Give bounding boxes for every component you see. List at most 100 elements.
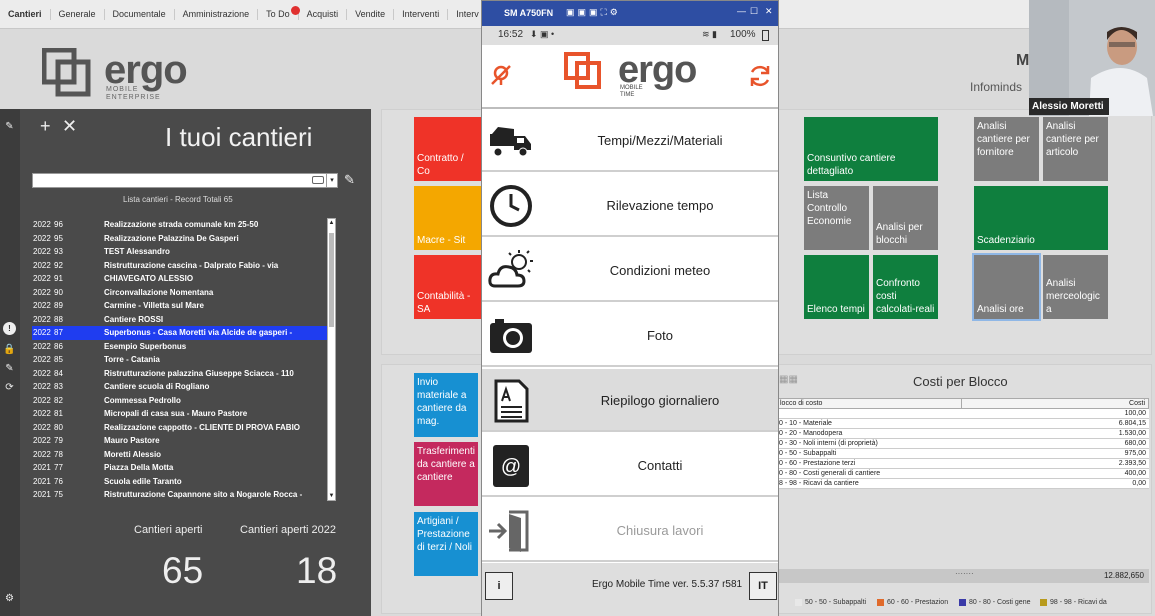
tile-macre-sit[interactable]: Macre - Sit bbox=[414, 186, 482, 250]
pencil-icon[interactable]: ✎ bbox=[3, 362, 16, 375]
sync-icon[interactable] bbox=[747, 63, 773, 89]
table-row[interactable]: 0 - 50 - Subappalti 975,00 bbox=[776, 449, 1149, 459]
nav-interventi[interactable]: Interventi bbox=[394, 9, 449, 20]
cantiere-year: 2021 bbox=[33, 476, 51, 486]
tile-consuntivo-cantiere-dettagliato[interactable]: Consuntivo cantiere dettagliato bbox=[804, 117, 938, 181]
costi-name: 0 - 30 - Noli interni (di proprietà) bbox=[779, 440, 878, 447]
list-item[interactable]: 2022 95 Realizzazione Palazzina De Gasperi bbox=[32, 232, 327, 246]
window-tools-icon[interactable]: ▣▣▣⛶⚙ bbox=[566, 7, 621, 18]
list-item[interactable]: 2021 76 Scuola edile Taranto bbox=[32, 475, 327, 489]
tile-confronto-costi-calcolati-reali[interactable]: Confronto costi calcolati-reali bbox=[873, 255, 938, 319]
tile-trasferimenti-da-cantiere-a-cantiere[interactable]: Trasferimenti da cantiere a cantiere bbox=[414, 442, 478, 506]
tile-scadenziario[interactable]: Scadenziario bbox=[974, 186, 1108, 250]
costi-name: 8 - 98 - Ricavi da cantiere bbox=[779, 480, 859, 487]
list-item[interactable]: 2022 96 Realizzazione strada comunale km 2… bbox=[32, 218, 327, 232]
tile-lista-controllo-economie[interactable]: Lista Controllo Economie bbox=[804, 186, 869, 250]
list-item[interactable]: 2022 93 TEST Alessandro bbox=[32, 245, 327, 259]
menu-contatti[interactable]: @ Contatti bbox=[482, 434, 778, 497]
cantiere-year: 2022 bbox=[33, 409, 51, 418]
table-row[interactable]: 0 - 60 - Prestazione terzi 2.393,50 bbox=[776, 459, 1149, 469]
list-item[interactable]: 2022 89 Carmine - Villetta sul Mare bbox=[32, 299, 327, 313]
tile-artigiani-prestazione-di-terzi-noli[interactable]: Artigiani / Prestazione di terzi / Noli bbox=[414, 512, 478, 576]
add-icon[interactable]: + bbox=[40, 116, 51, 137]
list-item[interactable]: 2022 85 Torre - Catania bbox=[32, 353, 327, 367]
tile-invio-materiale-a-cantiere-da-mag[interactable]: Invio materiale a cantiere da mag. bbox=[414, 373, 478, 437]
list-scrollbar[interactable]: ▲ ▼ bbox=[327, 218, 336, 501]
phone-app-header: ergo MOBILE TIME bbox=[482, 45, 778, 109]
tile-label: Scadenziario bbox=[977, 235, 1035, 246]
tile-contratto-co[interactable]: Contratto / Co bbox=[414, 117, 482, 181]
info-circle-icon[interactable]: ! bbox=[3, 322, 16, 335]
search-input[interactable]: ▾ bbox=[32, 173, 338, 188]
list-item[interactable]: 2022 83 Cantiere scuola di Rogliano bbox=[32, 380, 327, 394]
tile-analisi-cantiere-per-fornitore[interactable]: Analisi cantiere per fornitore bbox=[974, 117, 1039, 181]
list-item[interactable]: 2022 79 Mauro Pastore bbox=[32, 434, 327, 448]
chevron-down-icon[interactable]: ▾ bbox=[326, 174, 337, 187]
list-item[interactable]: 2022 86 Esempio Superbonus bbox=[32, 340, 327, 354]
cantiere-year: 2021 bbox=[33, 463, 51, 472]
list-item[interactable]: 2022 81 Micropali di casa sua - Mauro Past… bbox=[32, 407, 327, 421]
list-item[interactable]: 2022 87 Superbonus - Casa Moretti via Alci… bbox=[32, 326, 327, 340]
legend-swatch bbox=[795, 599, 802, 606]
tile-elenco-tempi[interactable]: Elenco tempi bbox=[804, 255, 869, 319]
language-button[interactable]: IT bbox=[749, 572, 777, 600]
cantiere-year: 2022 bbox=[33, 301, 51, 310]
list-item[interactable]: 2022 84 Ristrutturazione palazzina Giusepp… bbox=[32, 367, 327, 381]
no-gps-icon[interactable] bbox=[489, 63, 513, 87]
scroll-thumb[interactable] bbox=[329, 233, 334, 327]
settings-icon[interactable]: ⚙ bbox=[3, 592, 16, 605]
menu-condizioni-meteo[interactable]: Condizioni meteo bbox=[482, 239, 778, 302]
table-row[interactable]: 0 - 30 - Noli interni (di proprietà) 680,… bbox=[776, 439, 1149, 449]
resize-handle-icon[interactable]: ······· bbox=[955, 569, 974, 578]
table-row[interactable]: 0 - 20 - Manodopera 1.530,00 bbox=[776, 429, 1149, 439]
export-icon[interactable]: ▦▦ bbox=[779, 374, 798, 385]
nav-amministrazione[interactable]: Amministrazione bbox=[175, 9, 259, 20]
tile-analisi-per-blocchi[interactable]: Analisi per blocchi bbox=[873, 186, 938, 250]
list-item[interactable]: 2021 75 Ristrutturazione Capannone sito a … bbox=[32, 488, 327, 502]
edit-icon[interactable]: ✎ bbox=[344, 172, 355, 188]
close-icon[interactable]: ✕ bbox=[765, 6, 773, 17]
maximize-icon[interactable]: ☐ bbox=[750, 6, 758, 17]
list-item[interactable]: 2022 80 Realizzazione cappotto - CLIENTE D… bbox=[32, 421, 327, 435]
menu-label: Condizioni meteo bbox=[609, 263, 711, 278]
nav-documentale[interactable]: Documentale bbox=[105, 9, 175, 20]
cantiere-year: 2022 bbox=[33, 395, 51, 405]
cantiere-num: 93 bbox=[54, 247, 63, 256]
list-item[interactable]: 2022 82 Commessa Pedrollo bbox=[32, 394, 327, 408]
list-item[interactable]: 2022 91 CHIAVEGATO ALESSIO bbox=[32, 272, 327, 286]
toggle-icon[interactable] bbox=[312, 176, 324, 184]
table-row[interactable]: 8 - 98 - Ricavi da cantiere 0,00 bbox=[776, 479, 1149, 489]
info-button[interactable]: i bbox=[485, 572, 513, 600]
nav-vendite[interactable]: Vendite bbox=[347, 9, 395, 20]
table-row[interactable]: 100,00 bbox=[776, 409, 1149, 419]
scroll-down-icon[interactable]: ▼ bbox=[328, 492, 335, 500]
list-item[interactable]: 2022 90 Circonvallazione Nomentana bbox=[32, 286, 327, 300]
costi-value: 1.530,00 bbox=[1118, 430, 1146, 437]
list-item[interactable]: 2022 92 Ristrutturazione cascina - Dalprat… bbox=[32, 259, 327, 273]
list-item[interactable]: 2022 88 Cantiere ROSSI bbox=[32, 313, 327, 327]
table-row[interactable]: 0 - 80 - Costi generali di cantiere 400,0… bbox=[776, 469, 1149, 479]
tools-icon[interactable]: ✕ bbox=[62, 116, 77, 137]
menu-riepilogo-giornaliero[interactable]: Riepilogo giornaliero bbox=[482, 369, 778, 432]
refresh-icon[interactable]: ⟳ bbox=[3, 381, 16, 394]
scroll-up-icon[interactable]: ▲ bbox=[328, 219, 335, 227]
tile-contabilit-sa[interactable]: Contabilità - SA bbox=[414, 255, 482, 319]
menu-chiusura-lavori[interactable]: Chiusura lavori bbox=[482, 499, 778, 562]
menu-rilevazione-tempo[interactable]: Rilevazione tempo bbox=[482, 174, 778, 237]
nav-acquisti[interactable]: Acquisti bbox=[299, 9, 348, 20]
list-item[interactable]: 2021 77 Piazza Della Motta bbox=[32, 461, 327, 475]
nav-cantieri[interactable]: Cantieri bbox=[0, 9, 51, 20]
battery-level: 100% bbox=[730, 29, 756, 40]
menu-foto[interactable]: Foto bbox=[482, 304, 778, 367]
table-row[interactable]: 0 - 10 - Materiale 6.804,15 bbox=[776, 419, 1149, 429]
tile-analisi-cantiere-per-articolo[interactable]: Analisi cantiere per articolo bbox=[1043, 117, 1108, 181]
tile-analisi-merceologic-a[interactable]: Analisi merceologic a bbox=[1043, 255, 1108, 319]
cantiere-num: 89 bbox=[54, 301, 63, 310]
minimize-icon[interactable]: — bbox=[737, 6, 746, 16]
menu-tempi-mezzi-materiali[interactable]: Tempi/Mezzi/Materiali bbox=[482, 109, 778, 172]
lock-icon[interactable]: 🔒 bbox=[3, 343, 16, 356]
nav-generale[interactable]: Generale bbox=[51, 9, 105, 20]
pin-icon[interactable]: ✎ bbox=[3, 120, 16, 133]
list-item[interactable]: 2022 78 Moretti Alessio bbox=[32, 448, 327, 462]
tile-analisi-ore[interactable]: Analisi ore bbox=[972, 253, 1041, 321]
